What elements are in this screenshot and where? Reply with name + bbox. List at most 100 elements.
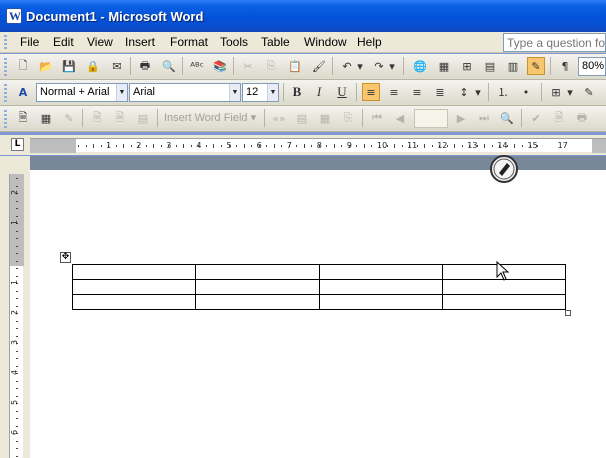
align-center-icon[interactable]: ≡ [385, 83, 403, 101]
paste-icon[interactable]: 📋 [286, 57, 304, 75]
font-size-combo[interactable]: 12 ▼ [242, 83, 279, 102]
redo-dropdown-icon[interactable]: ▾ [387, 57, 397, 75]
recipients-icon[interactable]: ✎ [60, 109, 78, 127]
tab-selector-icon[interactable]: L [11, 138, 24, 151]
table-cell[interactable] [441, 294, 567, 310]
font-combo[interactable]: Arial ▼ [129, 83, 241, 102]
main-document-setup-icon[interactable]: 🗎 [14, 109, 32, 127]
vertical-ruler[interactable]: 2 1 1 2 3 4 5 6 [9, 174, 24, 458]
permission-icon[interactable]: 🔒 [84, 57, 102, 75]
find-entry-icon[interactable]: 🔍 [498, 109, 516, 127]
table-cell[interactable] [195, 264, 320, 280]
insert-greeting-icon[interactable]: 🗎 [111, 109, 129, 127]
hyperlink-icon[interactable]: 🌐 [411, 57, 429, 75]
bullets-icon[interactable]: • [517, 83, 535, 101]
border-icon[interactable]: ⊞ [547, 83, 565, 101]
bold-icon[interactable]: B [288, 83, 306, 101]
justify-icon[interactable]: ≣ [431, 83, 449, 101]
chevron-down-icon[interactable]: ▼ [229, 84, 240, 101]
show-hide-icon[interactable]: ¶ [556, 57, 574, 75]
table-cell[interactable] [318, 264, 443, 280]
horizontal-ruler[interactable]: 1 2 3 4 5 6 7 8 9 10 11 12 13 14 15 17 [30, 138, 606, 153]
highlight-fields-icon[interactable]: ▤ [293, 109, 311, 127]
table-cell[interactable] [318, 294, 443, 310]
copy-icon[interactable]: ⎘ [262, 57, 280, 75]
document-page[interactable] [30, 170, 606, 458]
columns-icon[interactable]: ▥ [504, 57, 522, 75]
merge-to-printer-icon[interactable]: 🖶 [573, 109, 591, 127]
ask-question-input[interactable]: Type a question for [503, 33, 606, 52]
table-cell[interactable] [71, 279, 197, 295]
table-cell[interactable] [71, 294, 197, 310]
insert-merge-fields-icon[interactable]: ▤ [134, 109, 152, 127]
table-resize-handle[interactable] [565, 310, 571, 316]
numbering-icon[interactable]: ⒈ [494, 83, 512, 101]
toolbar-grip[interactable] [4, 110, 7, 128]
drawing-icon[interactable]: ✎ [527, 57, 545, 75]
ruler-tick [130, 145, 132, 147]
table-cell[interactable] [195, 294, 320, 310]
styles-formatting-icon[interactable]: A [14, 83, 32, 101]
toolbar-grip[interactable] [4, 58, 7, 76]
menu-help[interactable]: Help [357, 35, 382, 49]
menu-grip[interactable] [4, 35, 7, 50]
view-merged-data-icon[interactable]: «» [270, 109, 288, 127]
open-data-source-icon[interactable]: ▦ [37, 109, 55, 127]
word-app-icon[interactable] [6, 8, 22, 24]
menu-table[interactable]: Table [261, 35, 290, 49]
insert-word-field-button[interactable]: Insert Word Field ▾ [164, 109, 256, 127]
undo-icon[interactable]: ↶ [338, 57, 356, 75]
cut-icon[interactable]: ✂ [239, 57, 257, 75]
merge-to-document-icon[interactable]: 🗎 [550, 109, 568, 127]
menu-view[interactable]: View [87, 35, 113, 49]
italic-icon[interactable]: I [310, 83, 328, 101]
chevron-down-icon[interactable]: ▼ [267, 84, 278, 101]
format-painter-icon[interactable]: 🖌 [310, 57, 328, 75]
go-to-record-field[interactable] [414, 109, 448, 128]
save-icon[interactable]: 💾 [60, 57, 78, 75]
table-move-handle-icon[interactable]: ✥ [60, 252, 71, 263]
menu-window[interactable]: Window [304, 35, 347, 49]
last-record-icon[interactable]: ⏭ [475, 109, 493, 127]
next-record-icon[interactable]: ▶ [452, 109, 470, 127]
chevron-down-icon[interactable]: ▾ [473, 83, 483, 101]
insert-excel-icon[interactable]: ▤ [481, 57, 499, 75]
highlight-icon[interactable]: ✎ [580, 83, 598, 101]
line-spacing-icon[interactable]: ↕ [455, 83, 473, 101]
underline-icon[interactable]: U [333, 83, 351, 101]
first-record-icon[interactable]: ⏮ [368, 109, 386, 127]
document-table[interactable] [71, 264, 567, 310]
print-icon[interactable]: 🖶 [136, 57, 154, 75]
match-fields-icon[interactable]: ▦ [316, 109, 334, 127]
table-cell[interactable] [71, 264, 197, 280]
align-left-icon[interactable]: ≡ [362, 83, 380, 101]
menu-tools[interactable]: Tools [220, 35, 248, 49]
style-combo[interactable]: Normal + Arial ▼ [36, 83, 128, 102]
menu-file[interactable]: File [20, 35, 39, 49]
print-preview-icon[interactable]: 🔍 [160, 57, 178, 75]
redo-icon[interactable]: ↷ [370, 57, 388, 75]
previous-record-icon[interactable]: ◀ [391, 109, 409, 127]
menu-format[interactable]: Format [170, 35, 208, 49]
zoom-combo[interactable]: 80% [578, 57, 606, 76]
chevron-down-icon[interactable]: ▼ [116, 84, 127, 101]
check-errors-icon[interactable]: ✔ [527, 109, 545, 127]
email-icon[interactable]: ✉ [108, 57, 126, 75]
menu-insert[interactable]: Insert [125, 35, 155, 49]
undo-dropdown-icon[interactable]: ▾ [355, 57, 365, 75]
new-document-icon[interactable]: 🗋 [14, 57, 32, 75]
align-right-icon[interactable]: ≡ [408, 83, 426, 101]
spelling-icon[interactable]: ᴬᴮᶜ [188, 57, 206, 75]
table-cell[interactable] [318, 279, 443, 295]
menu-edit[interactable]: Edit [53, 35, 74, 49]
open-icon[interactable]: 📂 [37, 57, 55, 75]
ruler-tick [281, 145, 283, 147]
research-icon[interactable]: 📚 [211, 57, 229, 75]
toolbar-grip[interactable] [4, 84, 7, 102]
table-cell[interactable] [195, 279, 320, 295]
propagate-labels-icon[interactable]: ⎘ [339, 109, 357, 127]
insert-address-block-icon[interactable]: 🗎 [88, 109, 106, 127]
chevron-down-icon[interactable]: ▾ [565, 83, 575, 101]
tables-borders-icon[interactable]: ▦ [435, 57, 453, 75]
insert-table-icon[interactable]: ⊞ [458, 57, 476, 75]
